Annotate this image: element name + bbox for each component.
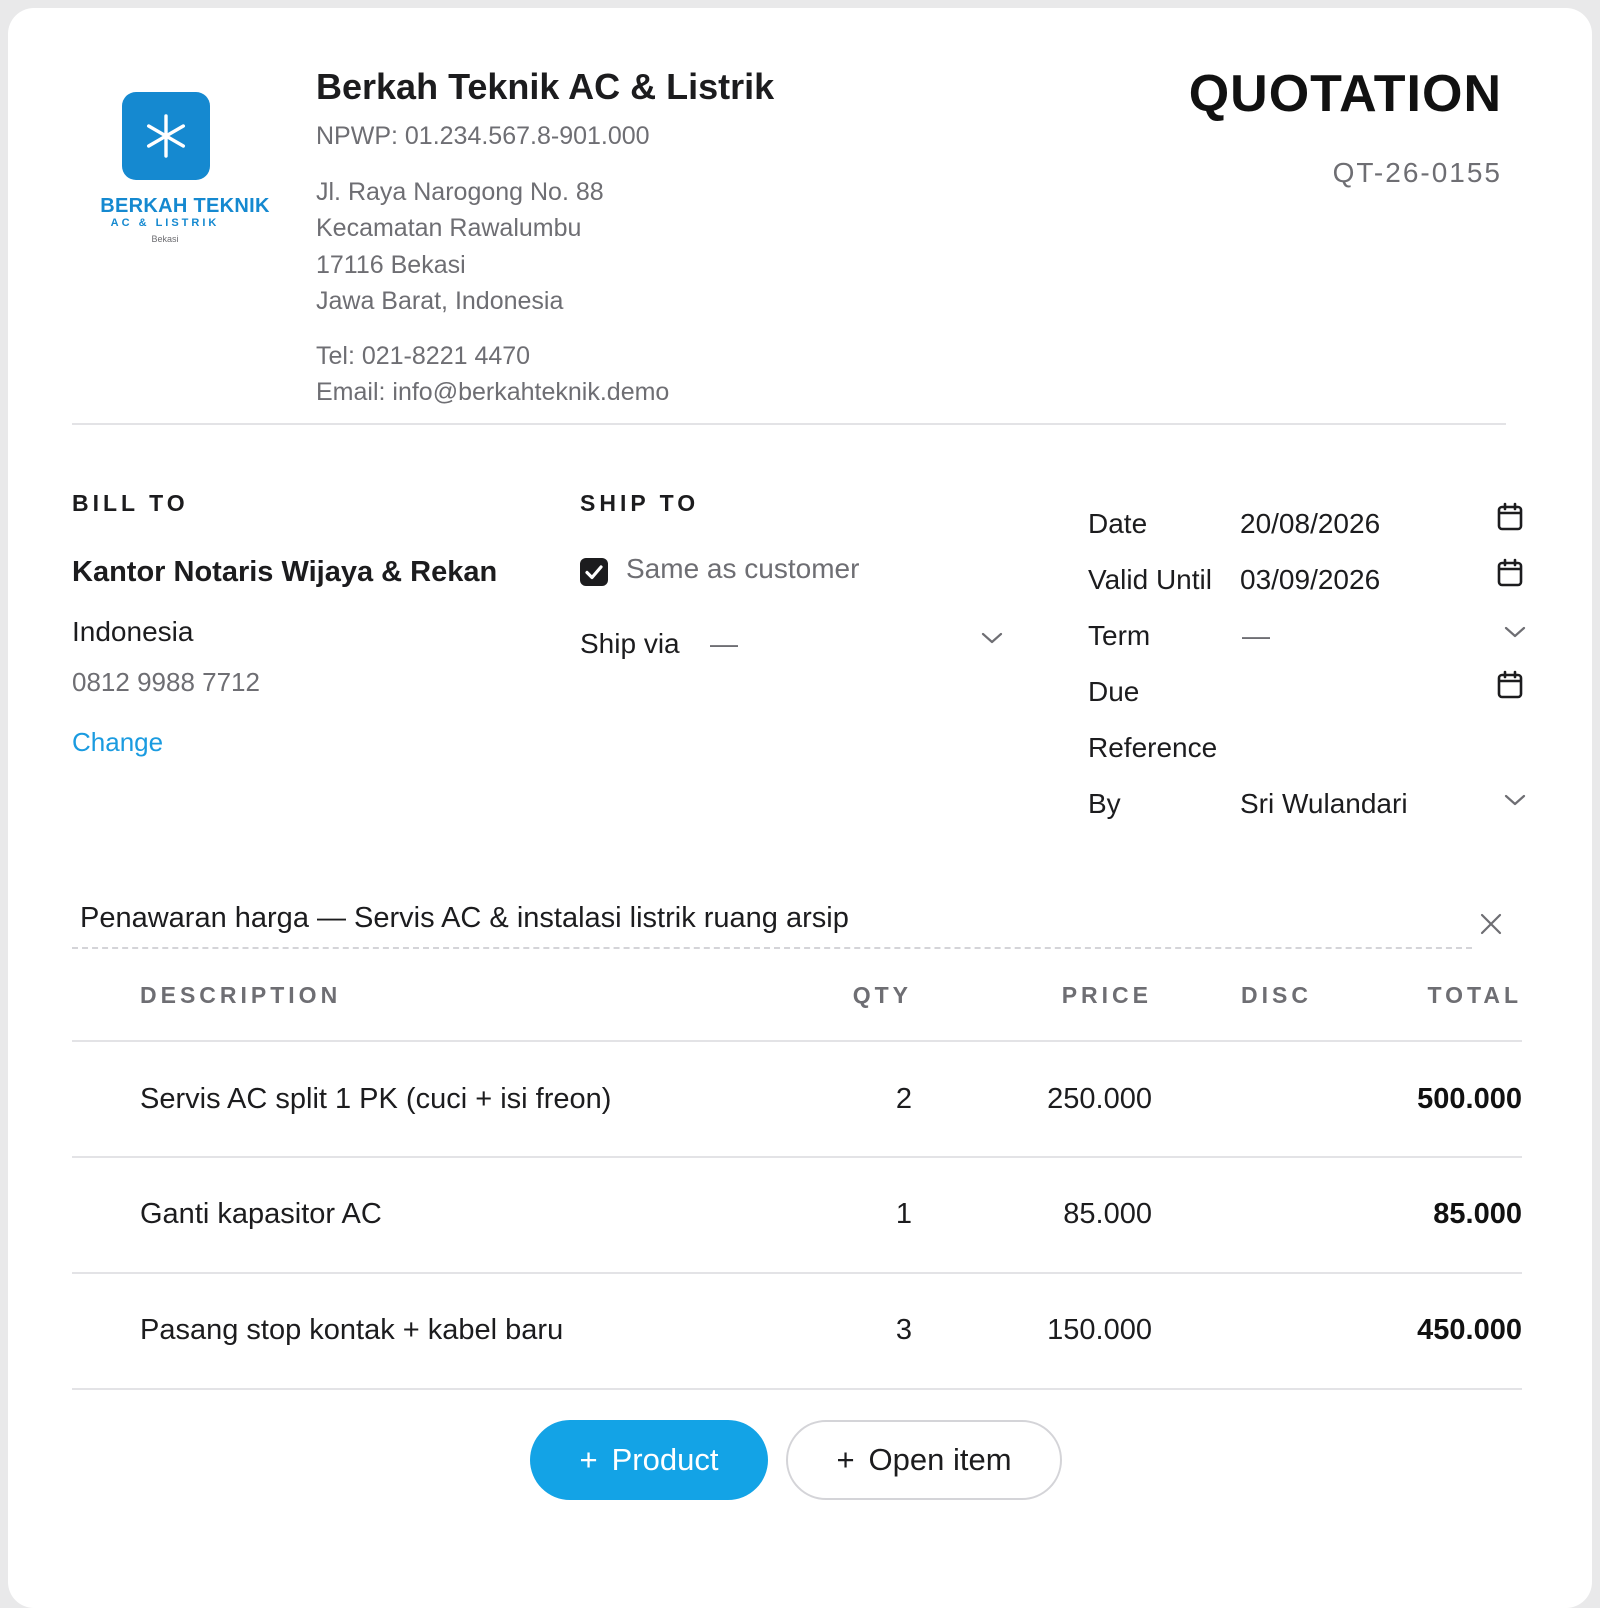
logo-text-city: Bekasi <box>151 234 179 244</box>
company-email: Email: info@berkahteknik.demo <box>316 378 670 406</box>
calendar-icon[interactable] <box>1497 670 1523 705</box>
chevron-down-icon[interactable] <box>1503 624 1527 645</box>
table-row-divider <box>72 1156 1522 1158</box>
column-header-qty: QTY <box>852 982 912 1008</box>
line-item-total: 450.000 <box>1417 1314 1522 1346</box>
same-as-customer-label[interactable]: Same as customer <box>626 553 859 585</box>
ship-via-select[interactable]: — <box>710 628 738 660</box>
line-item-description[interactable]: Ganti kapasitor AC <box>140 1198 382 1231</box>
table-row-divider <box>72 1388 1522 1390</box>
plus-icon: + <box>836 1442 855 1477</box>
snowflake-asterisk-icon <box>147 114 185 158</box>
chevron-down-icon[interactable] <box>980 630 1004 651</box>
calendar-icon[interactable] <box>1497 502 1523 537</box>
checkmark-icon <box>585 565 603 580</box>
document-title: QUOTATION <box>1188 65 1502 123</box>
company-address-line: Kecamatan Rawalumbu <box>316 214 582 242</box>
add-open-item-button[interactable]: + Open item <box>786 1420 1062 1500</box>
line-item-price[interactable]: 150.000 <box>1047 1314 1152 1347</box>
document-number[interactable]: QT-26-0155 <box>1333 157 1502 189</box>
line-item-qty[interactable]: 2 <box>896 1083 912 1116</box>
company-address-line: Jawa Barat, Indonesia <box>316 287 564 315</box>
line-item-description[interactable]: Servis AC split 1 PK (cuci + isi freon) <box>140 1083 611 1116</box>
customer-phone: 0812 9988 7712 <box>72 667 260 697</box>
change-customer-link[interactable]: Change <box>72 727 163 758</box>
column-header-total: TOTAL <box>1427 982 1522 1008</box>
header-divider <box>72 423 1506 425</box>
term-label: Term <box>1088 620 1151 651</box>
line-item-price[interactable]: 250.000 <box>1047 1083 1152 1116</box>
column-header-price: PRICE <box>1061 982 1152 1008</box>
plus-icon: + <box>579 1442 598 1477</box>
column-header-disc: DISC <box>1241 982 1312 1008</box>
date-input[interactable]: 20/08/2026 <box>1240 508 1380 540</box>
subject-input[interactable]: Penawaran harga — Servis AC & instalasi … <box>80 902 849 935</box>
column-header-description: DESCRIPTION <box>140 982 342 1008</box>
bill-to-heading: BILL TO <box>72 490 189 516</box>
line-item-total: 85.000 <box>1433 1198 1522 1230</box>
line-item-price[interactable]: 85.000 <box>1063 1198 1152 1231</box>
due-label: Due <box>1088 676 1140 707</box>
line-item-total: 500.000 <box>1417 1083 1522 1115</box>
add-product-button[interactable]: + Product <box>530 1420 768 1500</box>
company-npwp: NPWP: 01.234.567.8-901.000 <box>316 122 650 150</box>
valid-until-label: Valid Until <box>1088 564 1212 595</box>
ship-via-label: Ship via <box>580 628 680 659</box>
company-tel: Tel: 021-8221 4470 <box>316 342 531 370</box>
by-label: By <box>1088 788 1121 819</box>
customer-country: Indonesia <box>72 616 194 647</box>
subject-underline <box>72 947 1472 949</box>
date-label: Date <box>1088 508 1148 539</box>
company-address-line: Jl. Raya Narogong No. 88 <box>316 178 604 206</box>
company-address-line: 17116 Bekasi <box>316 251 466 279</box>
reference-label: Reference <box>1088 732 1218 763</box>
chevron-down-icon[interactable] <box>1503 792 1527 813</box>
add-product-label: Product <box>611 1442 719 1477</box>
line-item-description[interactable]: Pasang stop kontak + kabel baru <box>140 1314 563 1347</box>
company-name: Berkah Teknik AC & Listrik <box>316 66 775 107</box>
calendar-icon[interactable] <box>1497 558 1523 593</box>
logo-text-secondary: AC & LISTRIK <box>110 217 220 229</box>
add-open-item-label: Open item <box>868 1442 1012 1477</box>
same-as-customer-checkbox[interactable] <box>580 558 608 586</box>
close-icon[interactable] <box>1479 912 1503 941</box>
company-logo <box>122 92 210 180</box>
term-select[interactable]: — <box>1242 620 1270 652</box>
table-header-divider <box>72 1040 1522 1042</box>
valid-until-input[interactable]: 03/09/2026 <box>1240 564 1380 596</box>
line-item-qty[interactable]: 1 <box>896 1198 912 1231</box>
line-item-qty[interactable]: 3 <box>896 1314 912 1347</box>
ship-to-heading: SHIP TO <box>580 490 700 516</box>
customer-name: Kantor Notaris Wijaya & Rekan <box>72 556 498 588</box>
table-row-divider <box>72 1272 1522 1274</box>
logo-text-primary: BERKAH TEKNIK <box>100 195 270 217</box>
by-select[interactable]: Sri Wulandari <box>1240 788 1408 820</box>
